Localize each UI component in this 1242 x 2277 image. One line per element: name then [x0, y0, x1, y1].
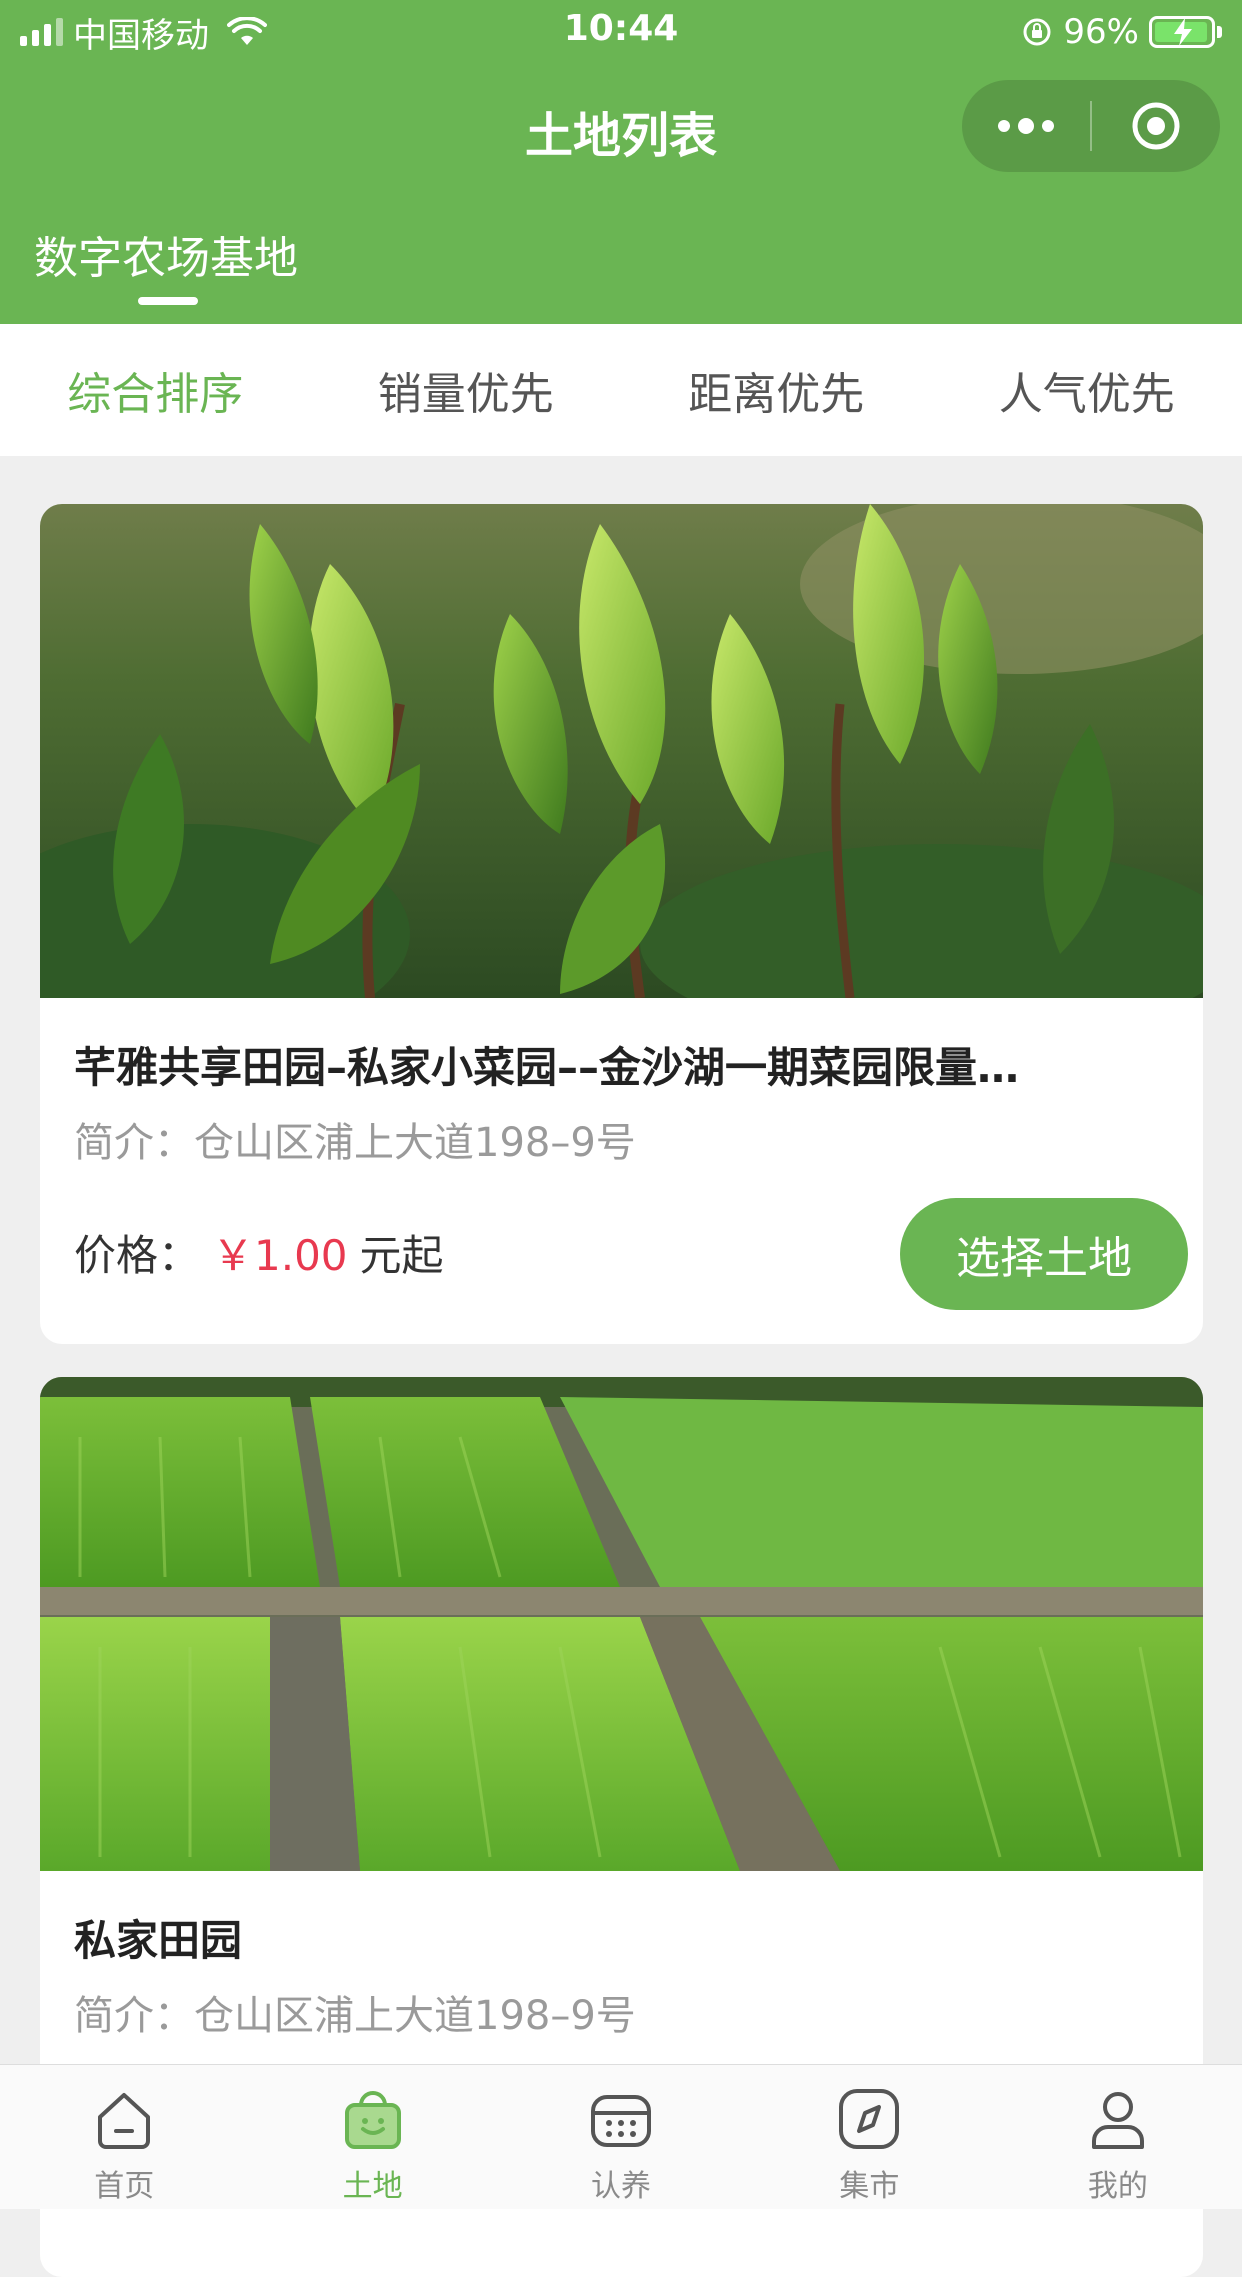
- tab-label: 首页: [94, 2161, 154, 2205]
- tab-label: 认养: [591, 2161, 651, 2205]
- close-program-button[interactable]: [1092, 80, 1220, 172]
- price-unit: 元起: [360, 1222, 444, 1283]
- land-intro: 简介：仓山区浦上大道198–9号: [74, 1110, 636, 1168]
- more-dots-icon: [998, 118, 1054, 134]
- user-icon: [1082, 2083, 1154, 2155]
- sort-popularity[interactable]: 人气优先: [932, 324, 1242, 456]
- tab-mine[interactable]: 我的: [994, 2065, 1242, 2209]
- battery-percent: 96%: [1063, 12, 1139, 52]
- header: 中国移动 10:44 96% 土地列表: [0, 0, 1242, 324]
- land-bag-icon: [337, 2083, 409, 2155]
- tab-market[interactable]: 集市: [745, 2065, 993, 2209]
- land-card[interactable]: 芊雅共享田园–私家小菜园––金沙湖一期菜园限量… 简介：仓山区浦上大道198–9…: [40, 504, 1203, 1344]
- land-intro: 简介：仓山区浦上大道198–9号: [74, 1983, 636, 2041]
- tea-leaves-photo: [40, 504, 1203, 998]
- tab-label: 土地: [343, 2161, 403, 2205]
- home-icon: [88, 2083, 160, 2155]
- orientation-lock-icon: [1021, 16, 1053, 48]
- sort-comprehensive[interactable]: 综合排序: [0, 324, 311, 456]
- store-tab-indicator: [138, 297, 198, 305]
- tab-label: 我的: [1088, 2161, 1148, 2205]
- sort-bar: 综合排序 销量优先 距离优先 人气优先: [0, 324, 1242, 456]
- more-button[interactable]: [962, 80, 1090, 172]
- tab-label: 集市: [839, 2161, 899, 2205]
- battery-icon: [1149, 16, 1215, 48]
- sort-distance[interactable]: 距离优先: [621, 324, 932, 456]
- price-amount: ￥1.00: [212, 1222, 348, 1283]
- price-label: 价格：: [74, 1222, 200, 1283]
- price-row: 价格： ￥1.00 元起: [74, 1222, 444, 1283]
- store-tab[interactable]: 数字农场基地: [34, 222, 298, 286]
- land-title: 私家田园: [74, 1907, 1174, 1968]
- tab-adopt[interactable]: 认养: [497, 2065, 745, 2209]
- status-bar: 中国移动 10:44 96%: [0, 0, 1242, 62]
- target-icon: [1130, 100, 1182, 152]
- compass-icon: [833, 2083, 905, 2155]
- land-title: 芊雅共享田园–私家小菜园––金沙湖一期菜园限量…: [74, 1034, 1174, 1095]
- tab-land[interactable]: 土地: [248, 2065, 496, 2209]
- tab-bar: 首页 土地 认养 集市 我的: [0, 2064, 1242, 2209]
- select-land-button[interactable]: 选择土地: [900, 1198, 1188, 1310]
- mini-program-capsule: [962, 80, 1220, 172]
- tab-home[interactable]: 首页: [0, 2065, 248, 2209]
- sort-sales[interactable]: 销量优先: [311, 324, 622, 456]
- vegetable-beds-photo: [40, 1377, 1203, 1871]
- calendar-icon: [585, 2083, 657, 2155]
